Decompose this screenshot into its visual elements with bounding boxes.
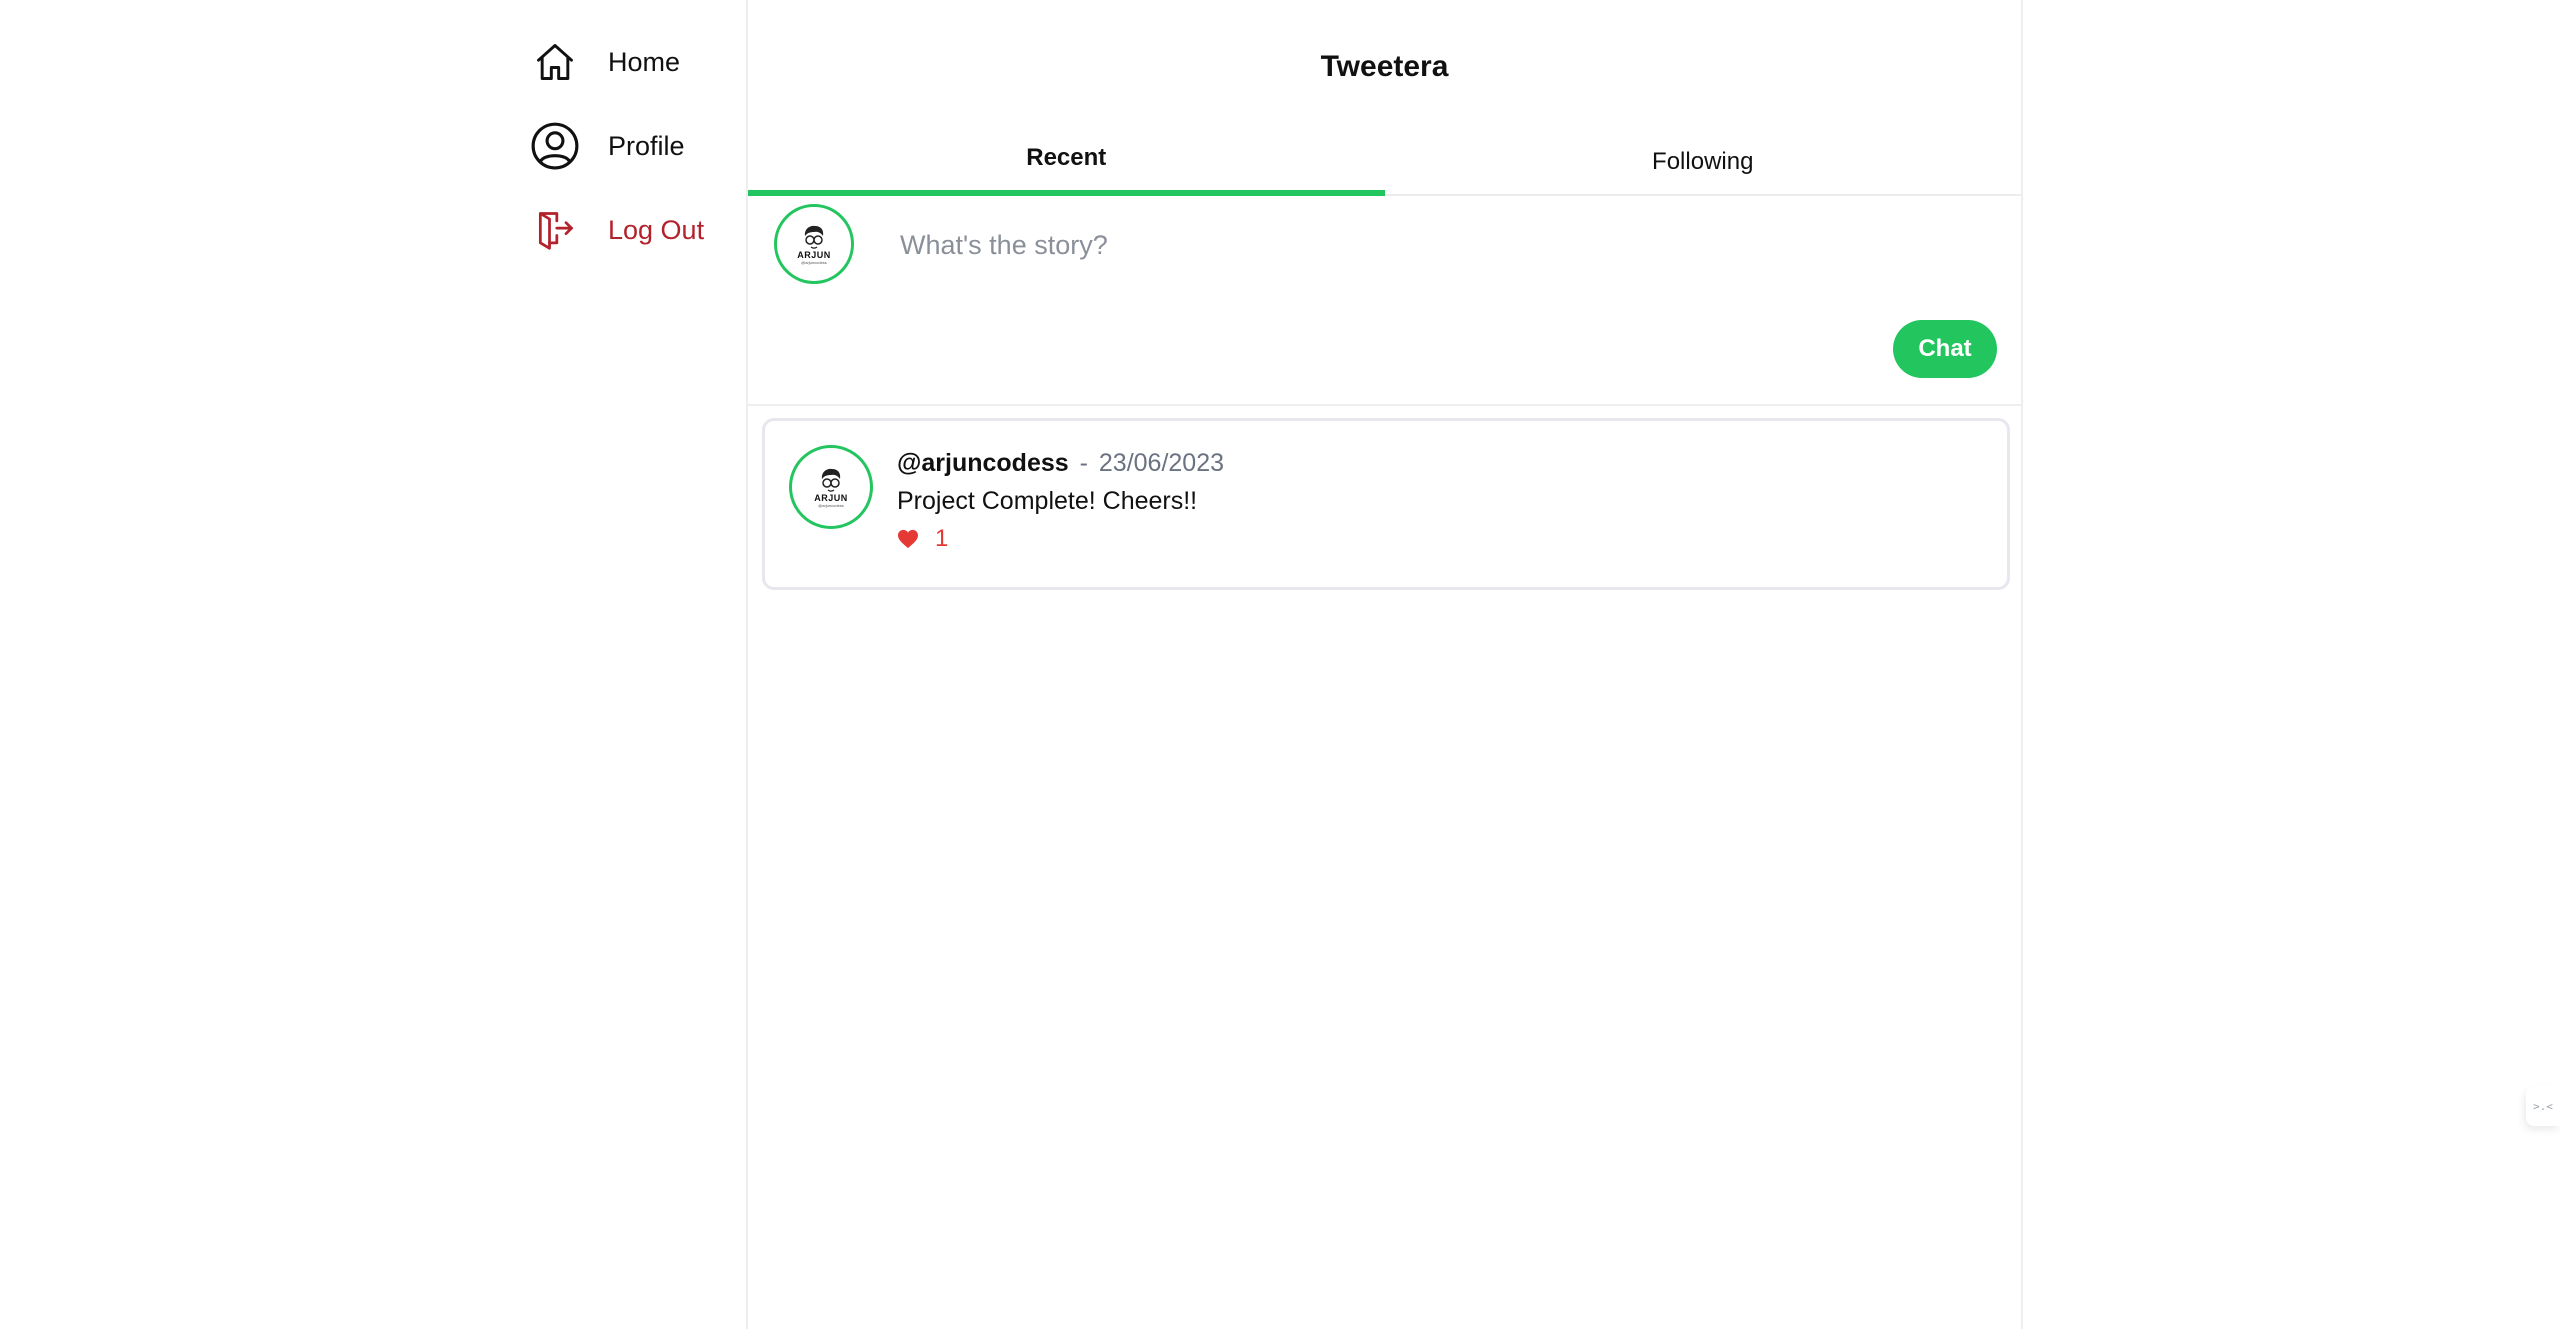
logout-icon xyxy=(530,205,580,255)
post-header: @arjuncodess - 23/06/2023 xyxy=(897,449,1224,478)
story-input[interactable] xyxy=(898,214,1982,276)
sidebar-nav: Home Profile Log Out xyxy=(530,32,746,284)
post-card: ARJUN @arjuncodess @arjuncodess - 23/06/… xyxy=(762,418,2010,590)
sidebar-item-logout[interactable]: Log Out xyxy=(530,200,746,260)
avatar-label: ARJUN xyxy=(797,249,831,260)
sidebar-item-label: Log Out xyxy=(608,214,705,245)
avatar-sublabel: @arjuncodess xyxy=(801,259,827,265)
page-title: Tweetera xyxy=(1320,50,1449,83)
sidebar-item-profile[interactable]: Profile xyxy=(530,116,746,176)
chat-button[interactable]: Chat xyxy=(1893,320,1997,378)
tab-following[interactable]: Following xyxy=(1385,130,2022,194)
sidebar-item-label: Home xyxy=(608,46,681,77)
sidebar-item-label: Profile xyxy=(608,130,685,161)
main-feed: Tweetera Recent Following ARJUN @arjunco… xyxy=(746,0,2023,1329)
tab-label: Recent xyxy=(1026,144,1107,171)
post-body: Project Complete! Cheers!! xyxy=(897,487,1198,515)
post-separator: - xyxy=(1079,449,1088,477)
avatar-sublabel: @arjuncodess xyxy=(818,502,844,508)
avatar: ARJUN @arjuncodess xyxy=(774,204,854,284)
like-button[interactable]: 1 xyxy=(897,525,948,553)
heart-icon xyxy=(898,529,918,549)
post-username[interactable]: @arjuncodess xyxy=(897,449,1069,477)
home-icon xyxy=(530,37,580,87)
post-date: 23/06/2023 xyxy=(1098,449,1225,477)
like-count: 1 xyxy=(935,525,949,552)
tab-label: Following xyxy=(1652,148,1754,175)
avatar-face-icon xyxy=(804,225,824,249)
user-circle-icon xyxy=(530,121,580,171)
avatar-label: ARJUN xyxy=(814,492,848,503)
sidebar-item-home[interactable]: Home xyxy=(530,32,746,92)
feed-tabs: Recent Following xyxy=(748,130,2021,196)
tab-recent[interactable]: Recent xyxy=(748,130,1385,196)
tweet-composer: ARJUN @arjuncodess Chat xyxy=(748,196,2021,406)
app-page: Home Profile Log Out Tweetera Recent Fol… xyxy=(0,0,2560,1329)
avatar: ARJUN @arjuncodess xyxy=(789,445,873,529)
avatar-face-icon xyxy=(821,468,841,492)
edge-widget-tab[interactable]: >.< xyxy=(2526,1086,2560,1126)
